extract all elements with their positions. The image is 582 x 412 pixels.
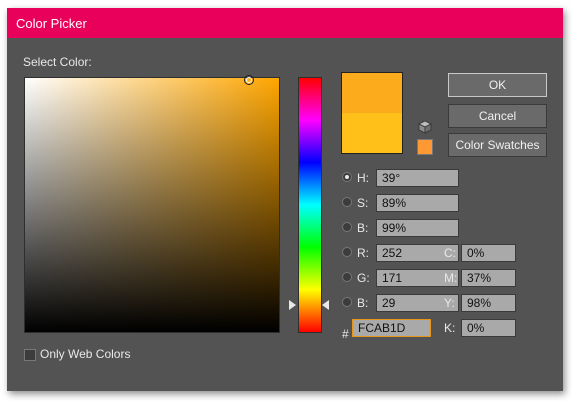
color-field[interactable] — [24, 77, 280, 333]
only-web-colors-checkbox[interactable] — [24, 349, 36, 361]
triangle-right-icon[interactable] — [289, 300, 296, 310]
radio-blue[interactable] — [342, 297, 352, 307]
color-swatches-button[interactable]: Color Swatches — [448, 133, 547, 157]
hex-field[interactable]: FCAB1D — [352, 319, 431, 337]
radio-green[interactable] — [342, 272, 352, 282]
blue-label: B: — [357, 296, 369, 310]
radio-red[interactable] — [342, 247, 352, 257]
dialog-title: Color Picker — [16, 16, 87, 31]
magenta-field[interactable]: 37% — [461, 269, 516, 287]
cyan-label: C: — [444, 246, 456, 260]
hex-hash-label: # — [342, 327, 349, 341]
yellow-field[interactable]: 98% — [461, 294, 516, 312]
hue-label: H: — [357, 171, 369, 185]
hue-field[interactable]: 39° — [376, 169, 459, 187]
black-field[interactable]: 0% — [461, 319, 516, 337]
black-label: K: — [444, 321, 456, 335]
current-color-swatch[interactable] — [342, 113, 402, 153]
ok-button[interactable]: OK — [448, 73, 547, 97]
color-picker-dialog: Color Picker Select Color: OK Cancel Col… — [7, 8, 563, 391]
red-label: R: — [357, 246, 369, 260]
color-preview — [341, 72, 403, 154]
magenta-label: M: — [444, 271, 458, 285]
brightness-field[interactable]: 99% — [376, 219, 459, 237]
radio-brightness[interactable] — [342, 222, 352, 232]
web-safe-swatch[interactable] — [417, 139, 433, 155]
select-color-label: Select Color: — [23, 55, 92, 69]
triangle-left-icon[interactable] — [322, 300, 329, 310]
yellow-label: Y: — [444, 296, 455, 310]
radio-saturation[interactable] — [342, 197, 352, 207]
saturation-field[interactable]: 89% — [376, 194, 459, 212]
radio-hue[interactable] — [342, 172, 352, 182]
hue-slider[interactable] — [298, 77, 322, 333]
cube-icon[interactable] — [418, 120, 432, 134]
cyan-field[interactable]: 0% — [461, 244, 516, 262]
circle-ring-icon[interactable] — [244, 75, 254, 85]
cancel-button[interactable]: Cancel — [448, 104, 547, 128]
green-label: G: — [357, 271, 370, 285]
brightness-gradient — [25, 78, 279, 332]
title-bar[interactable]: Color Picker — [7, 8, 563, 38]
brightness-label: B: — [357, 221, 369, 235]
saturation-label: S: — [357, 196, 369, 210]
only-web-colors-label: Only Web Colors — [40, 347, 131, 361]
new-color-swatch — [342, 73, 402, 113]
